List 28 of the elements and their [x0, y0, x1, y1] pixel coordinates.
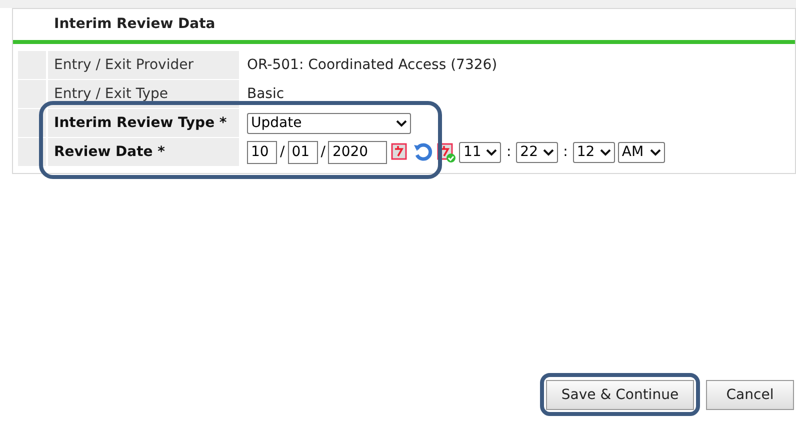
dropdown[interactable]: 22	[516, 142, 558, 162]
dropdown[interactable]: AM	[618, 142, 665, 162]
date-input[interactable]: 2020	[328, 140, 388, 164]
field-label: Entry / Exit Provider	[48, 51, 239, 79]
time-separator: :	[563, 142, 568, 162]
dropdown[interactable]: 12	[572, 142, 615, 162]
chevron-down-icon	[600, 148, 611, 156]
chevron-down-icon	[650, 148, 661, 156]
field-label: Interim Review Type *	[48, 109, 239, 137]
field-value: OR-501: Coordinated Access (7326)	[247, 56, 498, 74]
panel-title: Interim Review Data	[53, 15, 216, 34]
chevron-down-icon	[486, 148, 498, 156]
chevron-down-icon	[396, 120, 407, 126]
date-separator: /	[320, 142, 326, 162]
form-button[interactable]: Cancel	[706, 380, 794, 410]
date-separator: /	[280, 142, 285, 162]
date-input[interactable]: 01	[288, 140, 318, 164]
form-button[interactable]: Save & Continue	[546, 380, 694, 410]
date-input[interactable]: 10	[247, 140, 277, 164]
field-label: Review Date *	[48, 138, 239, 166]
field-value: Basic	[247, 84, 284, 104]
dropdown[interactable]: Update	[247, 112, 411, 134]
time-separator: :	[506, 142, 512, 162]
row-spacer	[18, 80, 46, 108]
dropdown[interactable]: 11	[459, 142, 502, 162]
chevron-down-icon	[543, 148, 554, 156]
refresh-icon[interactable]	[413, 142, 434, 162]
calendar-check-icon[interactable]	[436, 141, 456, 163]
